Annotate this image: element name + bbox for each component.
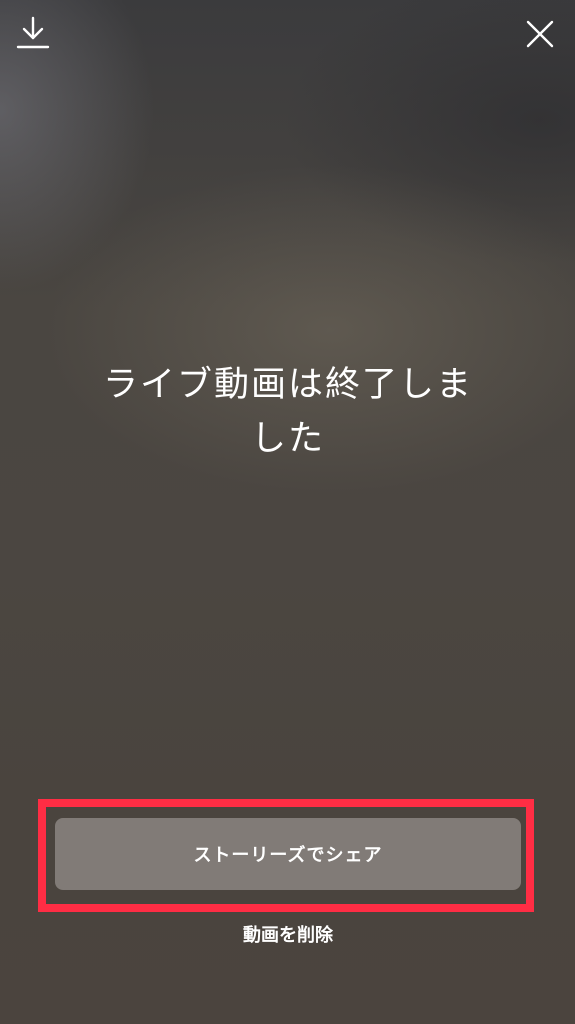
download-button[interactable]	[13, 13, 53, 53]
delete-video-button[interactable]: 動画を削除	[188, 918, 388, 950]
close-icon	[526, 20, 554, 48]
live-ended-screen: ライブ動画は終了しました ストーリーズでシェア 動画を削除	[0, 0, 575, 1024]
share-button-label: ストーリーズでシェア	[193, 845, 383, 866]
download-icon	[16, 16, 50, 49]
close-button[interactable]	[520, 14, 560, 54]
share-to-stories-button[interactable]: ストーリーズでシェア	[55, 818, 521, 890]
live-ended-message: ライブ動画は終了しました	[102, 365, 473, 459]
